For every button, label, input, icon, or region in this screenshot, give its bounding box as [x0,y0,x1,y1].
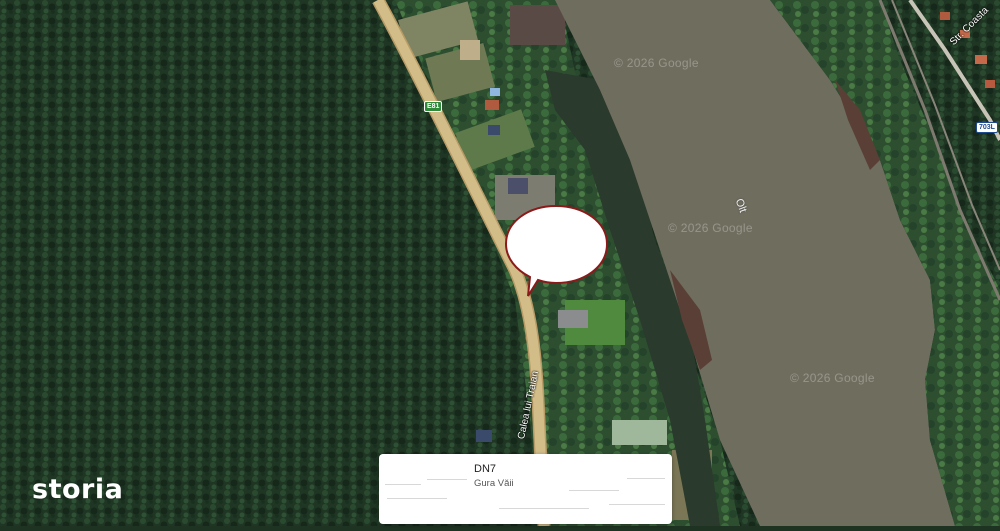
building [558,310,588,328]
building [985,80,995,88]
location-card-subtitle: Gura Văii [474,478,514,489]
placeholder-line [609,504,665,505]
building [485,100,499,110]
google-watermark: © 2026 Google [668,221,753,235]
building [490,88,500,96]
pond [612,420,667,445]
location-card-title: DN7 [474,463,497,475]
road-shield-e81: E81 [424,101,443,112]
placeholder-line [385,484,421,485]
placeholder-line [499,508,589,509]
satellite-map[interactable]: © 2026 Google © 2026 Google © 2026 Googl… [0,0,1000,527]
building [975,55,987,64]
storia-logo[interactable]: storia [32,474,123,505]
building [940,12,950,20]
location-card[interactable]: DN7 Gura Văii [379,454,672,524]
building [508,178,528,194]
google-watermark: © 2026 Google [790,371,875,385]
placeholder-line [627,478,665,479]
placeholder-line [387,498,447,499]
building [460,40,480,60]
location-marker[interactable] [504,204,610,298]
placeholder-line [427,479,467,480]
building [476,430,492,442]
building [488,125,500,135]
satellite-imagery [0,0,1000,527]
placeholder-line [569,490,619,491]
road-shield-703l: 703L [976,122,998,133]
marker-bubble-shape [504,204,609,297]
google-watermark: © 2026 Google [614,56,699,70]
field-lot [510,5,565,45]
